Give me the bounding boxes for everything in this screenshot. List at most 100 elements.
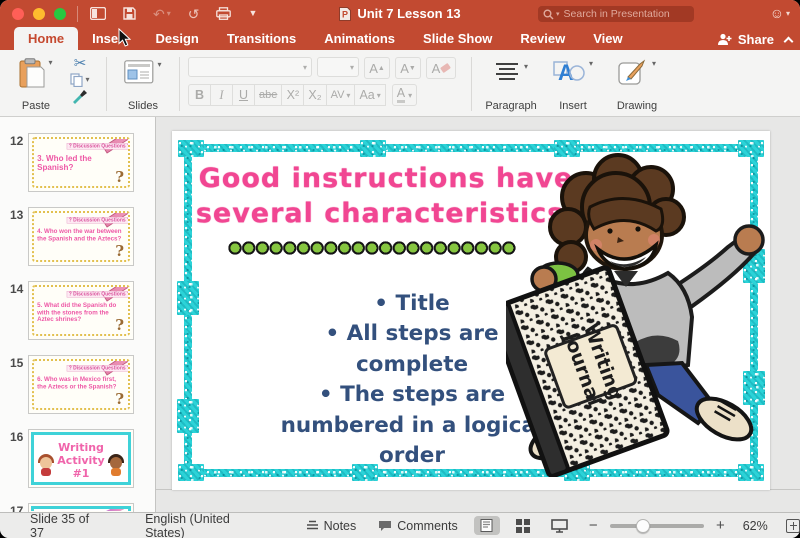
paragraph-caret-icon[interactable]: ▾: [524, 62, 528, 71]
card-header: ? Discussion Questions ?: [66, 217, 128, 224]
zoom-slider[interactable]: [609, 518, 704, 533]
search-scope-caret-icon[interactable]: ▾: [556, 10, 560, 18]
document-icon: P: [339, 6, 352, 21]
paste-label: Paste: [21, 100, 51, 112]
superscript-button[interactable]: X²: [281, 84, 305, 106]
thumbnail-row-13: 13 ? Discussion Questions ? 4. Who won t…: [0, 207, 155, 266]
character-spacing-button[interactable]: AV ▾: [325, 84, 356, 106]
language-button[interactable]: English (United States): [145, 512, 266, 538]
slide-number: 12: [10, 134, 24, 148]
grow-font-button[interactable]: A ▲: [364, 57, 390, 79]
undo-icon[interactable]: ↶ ▾: [153, 7, 171, 21]
copy-caret-icon[interactable]: ▾: [85, 75, 89, 84]
search-input[interactable]: [561, 7, 680, 21]
slide-thumbnail[interactable]: ? Discussion Questions ? 6. Who was in M…: [28, 355, 134, 414]
slide-sorter-icon: [516, 518, 531, 533]
svg-text:A: A: [558, 60, 574, 85]
paragraph-group: ▾ Paragraph: [480, 54, 542, 116]
paste-clipboard-icon[interactable]: [19, 58, 45, 89]
paste-group: ▾ Paste: [10, 54, 62, 116]
tab-insert[interactable]: Insert: [78, 27, 141, 50]
underline-button[interactable]: U: [232, 84, 255, 106]
undo-caret-icon[interactable]: ▾: [167, 9, 171, 18]
slide-zone: Good instructions have several character…: [156, 117, 800, 490]
tab-home[interactable]: Home: [14, 27, 79, 50]
font-size-combo[interactable]: ▾: [317, 57, 359, 77]
thumbnail-row-15: 15 ? Discussion Questions ? 6. Who was i…: [0, 355, 155, 414]
toolbar-more-icon[interactable]: ▼: [248, 9, 257, 18]
zoom-window-button[interactable]: [54, 7, 66, 20]
zoom-out-button[interactable]: −: [589, 517, 598, 534]
new-slide-icon[interactable]: [124, 60, 154, 84]
drawing-icon[interactable]: [618, 59, 648, 86]
tab-design[interactable]: Design: [142, 27, 213, 50]
drawing-group: ▾ Drawing: [604, 54, 670, 116]
toggle-sidebar-icon[interactable]: [90, 7, 106, 20]
redo-icon[interactable]: ↺: [188, 7, 200, 21]
bold-button[interactable]: B: [188, 84, 211, 106]
search-box[interactable]: ▾: [538, 6, 694, 22]
tab-review[interactable]: Review: [506, 27, 579, 50]
italic-button[interactable]: I: [210, 84, 233, 106]
traffic-lights: [12, 7, 66, 20]
save-icon[interactable]: [123, 7, 136, 20]
slide-thumbnail[interactable]: ? Discussion Questions ? 3. Who led the …: [28, 133, 134, 192]
slide-number: 16: [10, 430, 24, 444]
strikethrough-button[interactable]: abe: [254, 84, 283, 106]
notes-button[interactable]: Notes: [306, 519, 356, 533]
slide-sorter-view-button[interactable]: [510, 516, 536, 535]
card-text: 5. What did the Spanish do with the ston…: [37, 302, 117, 324]
slide-thumbnail[interactable]: ? Discussion Questions ? 5. What did the…: [28, 281, 134, 340]
copy-icon[interactable]: ▾: [70, 72, 90, 87]
question-card: ? Discussion Questions ? 5. What did the…: [32, 285, 130, 336]
tab-view[interactable]: View: [579, 27, 636, 50]
editing-workspace: Good instructions have several character…: [156, 117, 800, 512]
print-icon[interactable]: [216, 7, 232, 20]
thumbnail-row-12: 12 ? Discussion Questions ? 3. Who led t…: [0, 133, 155, 192]
collapse-ribbon-icon[interactable]: [783, 36, 794, 46]
change-case-button[interactable]: Aa ▾: [354, 84, 386, 106]
tab-transitions[interactable]: Transitions: [213, 27, 310, 50]
frame-tape: [178, 140, 204, 157]
powerpoint-window: ↶▾ ↺ ▼ P Unit 7 Lesson 13 ▾ ☺▾ Home Inse…: [0, 0, 800, 538]
thumbnail-row-14: 14 ? Discussion Questions ? 5. What did …: [0, 281, 155, 340]
pencil-decoration: [97, 509, 125, 511]
clipboard-tools: ✂ ▾: [62, 54, 98, 116]
close-window-button[interactable]: [12, 7, 24, 20]
slide-thumbnail[interactable]: Writing Activity #1: [28, 429, 134, 488]
tab-slide-show[interactable]: Slide Show: [409, 27, 506, 50]
font-color-button[interactable]: A ▾: [391, 84, 418, 106]
slideshow-icon: [551, 518, 569, 533]
slide-number: 13: [10, 208, 24, 222]
notes-icon: [306, 520, 318, 530]
cut-icon[interactable]: ✂: [74, 55, 87, 73]
slideshow-view-button[interactable]: [547, 516, 573, 535]
share-button[interactable]: Share: [717, 32, 794, 47]
feedback-smiley-icon[interactable]: ☺ ▾: [770, 5, 790, 21]
zoom-slider-handle[interactable]: [635, 518, 650, 533]
comments-button[interactable]: Comments: [378, 519, 458, 533]
slide-canvas[interactable]: Good instructions have several character…: [172, 131, 770, 490]
subscript-button[interactable]: X₂: [303, 84, 327, 106]
new-slide-caret-icon[interactable]: ▾: [157, 60, 161, 69]
minimize-window-button[interactable]: [33, 7, 45, 20]
font-name-combo[interactable]: ▾: [188, 57, 312, 77]
zoom-level[interactable]: 62%: [743, 519, 768, 533]
status-bar: Slide 35 of 37 English (United States) N…: [0, 512, 800, 538]
zoom-in-button[interactable]: +: [716, 517, 725, 534]
insert-caret-icon[interactable]: ▾: [589, 59, 593, 68]
format-painter-icon[interactable]: [72, 89, 88, 104]
slide-thumbnail[interactable]: ? Discussion Questions ? 4. Who won the …: [28, 207, 134, 266]
partial-card: [31, 506, 131, 511]
tab-animations[interactable]: Animations: [310, 27, 409, 50]
clear-formatting-button[interactable]: A: [426, 57, 456, 79]
question-card: ? Discussion Questions ? 3. Who led the …: [32, 137, 130, 188]
insert-shapes-icon[interactable]: A: [553, 59, 585, 85]
frame-tape: [360, 140, 386, 157]
drawing-caret-icon[interactable]: ▾: [652, 59, 656, 68]
normal-view-button[interactable]: [473, 516, 501, 535]
paragraph-icon[interactable]: [494, 62, 520, 82]
paste-caret-icon[interactable]: ▾: [48, 58, 52, 67]
fit-slide-to-window-button[interactable]: [785, 518, 800, 533]
shrink-font-button[interactable]: A ▼: [395, 57, 421, 79]
